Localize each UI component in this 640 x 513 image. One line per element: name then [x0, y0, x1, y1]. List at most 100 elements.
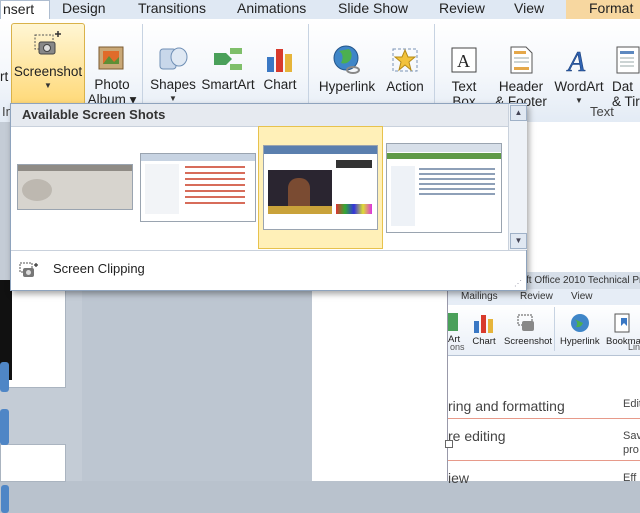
- tab-review[interactable]: Review: [439, 0, 485, 19]
- screenshot-label: Screenshot: [13, 64, 83, 79]
- chart-button[interactable]: Chart: [262, 45, 298, 92]
- date-time-button[interactable]: Dat & Tir: [612, 45, 640, 109]
- word-chart-button[interactable]: Chart: [472, 313, 496, 347]
- date-time-label-1: Dat: [612, 79, 634, 94]
- thumb-folder-pane: [391, 166, 415, 226]
- shapes-button[interactable]: Shapes ▼: [150, 45, 196, 103]
- word-smartart-button[interactable]: Art: [448, 313, 460, 345]
- screenshot-thumbnail[interactable]: [140, 153, 256, 222]
- wordart-label: WordArt: [554, 79, 604, 94]
- word-line-right: Sav: [623, 430, 640, 442]
- thumb-person: [288, 178, 310, 208]
- screenshot-thumbnail[interactable]: [17, 164, 133, 210]
- svg-text:A: A: [457, 51, 470, 71]
- thumb-logo: [336, 160, 372, 168]
- screenshot-icon: [33, 30, 63, 60]
- thumb-text-lines: [185, 166, 245, 168]
- tab-animations[interactable]: Animations: [237, 0, 306, 19]
- tab-insert[interactable]: nsert: [0, 0, 50, 21]
- hyperlink-button[interactable]: Hyperlink: [317, 45, 377, 94]
- group-separator: [434, 24, 435, 114]
- word-line-right: pro: [623, 444, 639, 456]
- tab-transitions[interactable]: Transitions: [138, 0, 206, 19]
- globe-icon: [570, 314, 589, 332]
- shapes-label: Shapes: [150, 77, 196, 92]
- word-divider: [448, 418, 640, 419]
- thumb-swatches: [336, 204, 372, 214]
- screenshot-thumbnail[interactable]: [386, 143, 502, 233]
- available-screenshots-gallery: Available Screen Shots ▲ ▼ Screen Clippi…: [10, 103, 527, 291]
- word-ribbon: Art Chart Screenshot Hyperlink Bookma on…: [448, 305, 640, 356]
- gallery-footer: Screen Clipping ⋰: [11, 250, 526, 289]
- group-separator: [554, 307, 555, 351]
- word-line-right: Edit: [623, 398, 640, 410]
- word-hyperlink-button[interactable]: Hyperlink: [560, 313, 600, 347]
- chevron-down-icon: ▼: [44, 81, 52, 90]
- word-window-screenshot: ft Office 2010 Technical Pre Mailings Re…: [445, 272, 640, 486]
- smartart-button[interactable]: SmartArt: [201, 45, 255, 92]
- photo-album-label-1: Photo: [94, 77, 130, 92]
- thumbnail-shape: [0, 409, 9, 445]
- thumb-banner: [268, 206, 332, 214]
- tab-design[interactable]: Design: [62, 0, 106, 19]
- header-footer-button[interactable]: Header & Footer: [492, 45, 550, 109]
- tab-slide-show[interactable]: Slide Show: [338, 0, 408, 19]
- text-box-icon: A: [449, 45, 479, 75]
- word-tab-review[interactable]: Review: [520, 291, 553, 302]
- screenshot-icon: [517, 314, 535, 331]
- group-separator: [142, 24, 143, 114]
- shapes-icon: [157, 45, 189, 73]
- thumb-video: [268, 170, 332, 214]
- screen-clipping-icon: [19, 261, 39, 284]
- thumbnail-shape: [1, 485, 9, 513]
- slide-thumbnail[interactable]: [0, 444, 66, 513]
- gallery-heading: Available Screen Shots: [11, 104, 508, 127]
- wordart-icon: A: [564, 45, 594, 79]
- photo-album-icon: [96, 45, 128, 73]
- thumb-file-list: [419, 168, 495, 170]
- thumb-titlebar: [18, 165, 132, 171]
- tab-view[interactable]: View: [514, 0, 544, 19]
- screenshot-button[interactable]: Screenshot ▼: [11, 23, 85, 105]
- ribbon-tab-bar: nsert Design Transitions Animations Slid…: [0, 0, 640, 21]
- text-box-button[interactable]: A Text Box: [445, 45, 483, 109]
- word-tab-mailings[interactable]: Mailings: [461, 291, 498, 302]
- thumb-sidebar: [145, 164, 179, 214]
- gallery-scrollbar[interactable]: ▲ ▼: [508, 104, 527, 250]
- globe-icon: [331, 45, 363, 75]
- smartart-icon: [212, 45, 244, 73]
- resize-grip-icon[interactable]: ⋰: [514, 279, 522, 288]
- cut-off-button-label: rt: [0, 69, 9, 84]
- scroll-down-button[interactable]: ▼: [510, 233, 527, 249]
- word-line-right: Eff: [623, 472, 637, 484]
- resize-handle[interactable]: [445, 440, 453, 448]
- tab-format[interactable]: Format: [566, 0, 640, 19]
- word-line-text: iew: [448, 470, 470, 486]
- word-ribbon-tabs: Mailings Review View: [448, 289, 640, 305]
- scroll-up-button[interactable]: ▲: [510, 105, 527, 121]
- action-button[interactable]: Action: [384, 45, 426, 94]
- word-screenshot-button[interactable]: Screenshot: [504, 313, 552, 347]
- wordart-button[interactable]: A WordArt ▼: [552, 45, 606, 105]
- thumb-toolbar: [387, 153, 501, 159]
- header-footer-icon: [507, 45, 535, 75]
- word-group-label: ons: [450, 342, 465, 352]
- thumb-titlebar: [387, 144, 501, 152]
- header-footer-label-1: Header: [498, 79, 544, 94]
- word-line-text: ring and formatting: [448, 398, 565, 414]
- text-box-label-1: Text: [451, 79, 477, 94]
- chevron-down-icon: ▼: [169, 94, 177, 103]
- word-line-text: re editing: [448, 428, 506, 444]
- screen-clipping-button[interactable]: Screen Clipping: [53, 261, 145, 276]
- photo-album-button[interactable]: Photo Album ▾: [87, 45, 137, 107]
- screenshot-thumbnail-selected[interactable]: [263, 145, 378, 230]
- bookmark-icon: [614, 313, 630, 333]
- word-tab-view[interactable]: View: [571, 291, 593, 302]
- date-time-icon: [614, 45, 640, 75]
- chart-icon: [474, 315, 493, 333]
- thumb-titlebar: [141, 154, 255, 161]
- hyperlink-label: Hyperlink: [318, 79, 376, 94]
- date-time-label-2: & Tir: [612, 94, 640, 109]
- smartart-label: SmartArt: [201, 77, 255, 92]
- group-separator: [308, 24, 309, 114]
